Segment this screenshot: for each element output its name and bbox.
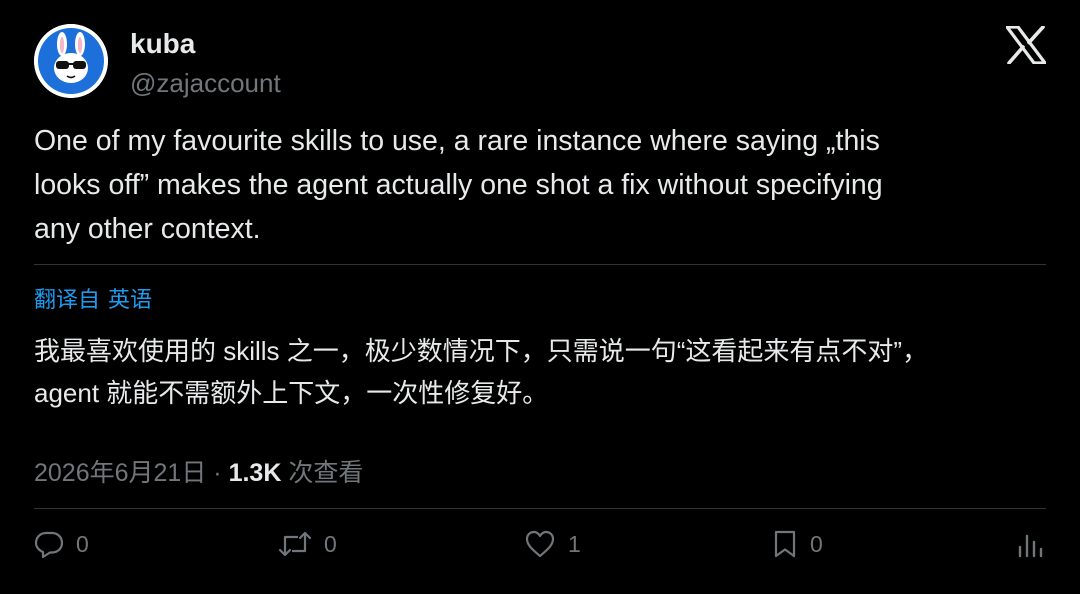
- tweet-text: One of my favourite skills to use, a rar…: [34, 119, 1044, 251]
- retweet-button[interactable]: 0: [278, 524, 337, 564]
- user-handle[interactable]: @zajaccount: [130, 66, 281, 100]
- tweet-text-line: looks off” makes the agent actually one …: [34, 169, 883, 201]
- analytics-button[interactable]: [1016, 524, 1046, 564]
- bunny-avatar-icon: [34, 24, 108, 98]
- action-bar: 0 0 1 0: [0, 524, 1080, 564]
- divider: [34, 508, 1046, 509]
- reply-count: 0: [76, 530, 89, 557]
- post-date[interactable]: 2026年6月21日: [34, 459, 206, 487]
- translated-text: 我最喜欢使用的 skills 之一，极少数情况下，只需说一句“这看起来有点不对”…: [34, 330, 1044, 414]
- bookmark-button[interactable]: 0: [772, 524, 823, 564]
- retweet-icon: [278, 529, 312, 559]
- retweet-count: 0: [324, 530, 337, 557]
- meta-separator: ·: [213, 459, 222, 487]
- reply-icon: [34, 529, 64, 559]
- heart-icon: [524, 529, 556, 559]
- translated-from-link[interactable]: 翻译自 英语: [34, 284, 160, 316]
- analytics-icon: [1016, 529, 1046, 559]
- bookmark-count: 0: [810, 530, 823, 557]
- x-logo-icon[interactable]: [1005, 25, 1047, 65]
- views-label: 次查看: [288, 459, 364, 487]
- bookmark-icon: [772, 529, 798, 559]
- avatar[interactable]: [34, 24, 108, 98]
- divider: [34, 264, 1046, 265]
- reply-button[interactable]: 0: [34, 524, 89, 564]
- display-name[interactable]: kuba: [130, 26, 195, 62]
- translated-text-line: agent 就能不需额外上下文，一次性修复好。: [34, 378, 549, 408]
- tweet-text-line: One of my favourite skills to use, a rar…: [34, 125, 880, 157]
- translated-text-line: 我最喜欢使用的 skills 之一，极少数情况下，只需说一句“这看起来有点不对”…: [34, 336, 929, 366]
- like-button[interactable]: 1: [524, 524, 581, 564]
- translated-from-label: 翻译自: [34, 287, 101, 312]
- like-count: 1: [568, 530, 581, 557]
- tweet-text-line: any other context.: [34, 213, 261, 245]
- views-count: 1.3K: [228, 459, 282, 487]
- source-language-label: 英语: [108, 287, 153, 312]
- tweet-meta: 2026年6月21日 · 1.3K 次查看: [34, 456, 363, 490]
